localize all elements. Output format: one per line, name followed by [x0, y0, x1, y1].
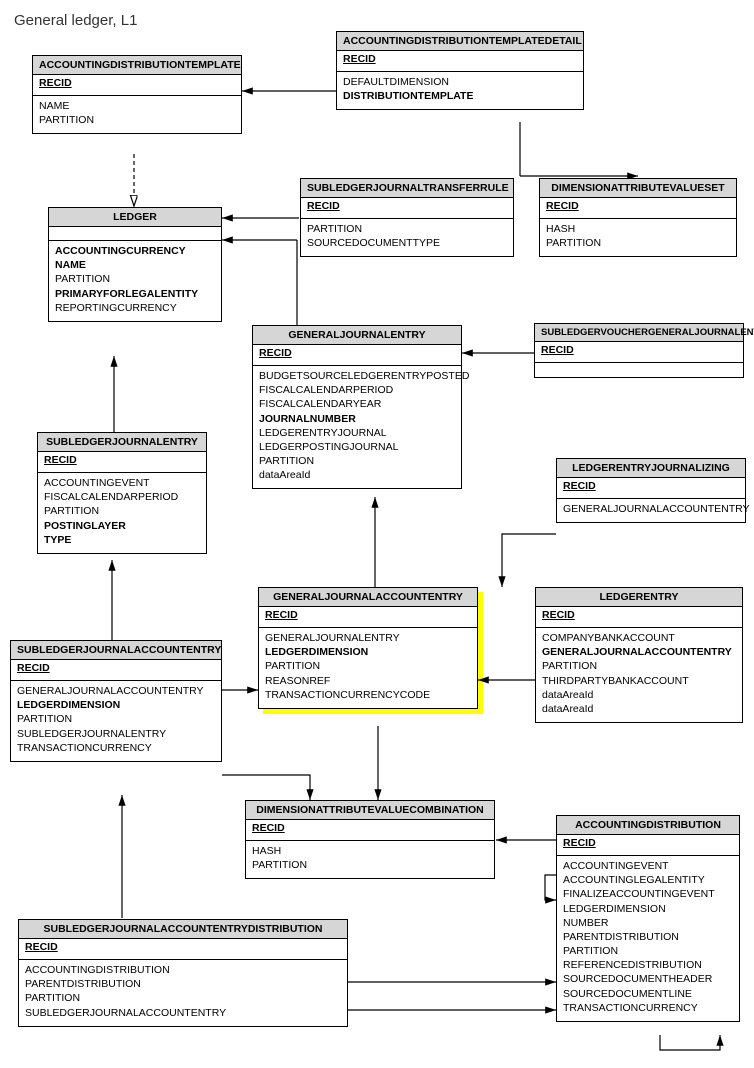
entity-name: LEDGER [49, 208, 221, 227]
entity-key: RECID [337, 51, 583, 72]
entity-key: RECID [259, 607, 477, 628]
entity-name: GENERALJOURNALENTRY [253, 326, 461, 345]
entity-ledger: LEDGER ACCOUNTINGCURRENCYNAMEPARTITIONPR… [48, 207, 222, 322]
entity-name: LEDGERENTRY [536, 588, 742, 607]
entity-fields: COMPANYBANKACCOUNTGENERALJOURNALACCOUNTE… [536, 628, 742, 722]
entity-fields: ACCOUNTINGEVENTFISCALCALENDARPERIODPARTI… [38, 473, 206, 553]
entity-fields: NAMEPARTITION [33, 96, 241, 133]
entity-fields: HASHPARTITION [540, 219, 736, 256]
entity-key: RECID [301, 198, 513, 219]
entity-fields: ACCOUNTINGEVENTACCOUNTINGLEGALENTITYFINA… [557, 856, 739, 1021]
entity-fields: GENERALJOURNALACCOUNTENTRY [557, 499, 745, 522]
entity-key: RECID [536, 607, 742, 628]
entity-key: RECID [33, 75, 241, 96]
entity-name: GENERALJOURNALACCOUNTENTRY [259, 588, 477, 607]
entity-key: RECID [540, 198, 736, 219]
entity-key: RECID [19, 939, 347, 960]
entity-generaljournalaccountentry: GENERALJOURNALACCOUNTENTRY RECID GENERAL… [258, 587, 478, 709]
entity-name: ACCOUNTINGDISTRIBUTIONTEMPLATEDETAIL [337, 32, 583, 51]
entity-ledgerentry: LEDGERENTRY RECID COMPANYBANKACCOUNTGENE… [535, 587, 743, 723]
entity-name: SUBLEDGERVOUCHERGENERALJOURNALENTRY [535, 324, 743, 342]
entity-key: RECID [535, 342, 743, 363]
entity-subledgerjournalentry: SUBLEDGERJOURNALENTRY RECID ACCOUNTINGEV… [37, 432, 207, 554]
entity-name: DIMENSIONATTRIBUTEVALUESET [540, 179, 736, 198]
entity-accountingdistributiontemplate: ACCOUNTINGDISTRIBUTIONTEMPLATE RECID NAM… [32, 55, 242, 134]
entity-ledgerentryjournalizing: LEDGERENTRYJOURNALIZING RECID GENERALJOU… [556, 458, 746, 523]
entity-fields [535, 363, 743, 377]
entity-name: SUBLEDGERJOURNALACCOUNTENTRYDISTRIBUTION [19, 920, 347, 939]
entity-dimensionattributevalueset: DIMENSIONATTRIBUTEVALUESET RECID HASHPAR… [539, 178, 737, 257]
entity-fields: ACCOUNTINGCURRENCYNAMEPARTITIONPRIMARYFO… [49, 241, 221, 321]
entity-fields: HASHPARTITION [246, 841, 494, 878]
entity-accountingdistribution: ACCOUNTINGDISTRIBUTION RECID ACCOUNTINGE… [556, 815, 740, 1022]
entity-fields: DEFAULTDIMENSIONDISTRIBUTIONTEMPLATE [337, 72, 583, 109]
entity-subledgerjournalaccountentry: SUBLEDGERJOURNALACCOUNTENTRY RECID GENER… [10, 640, 222, 762]
entity-fields: GENERALJOURNALACCOUNTENTRYLEDGERDIMENSIO… [11, 681, 221, 761]
entity-fields: PARTITIONSOURCEDOCUMENTTYPE [301, 219, 513, 256]
entity-fields: ACCOUNTINGDISTRIBUTIONPARENTDISTRIBUTION… [19, 960, 347, 1026]
entity-key: RECID [253, 345, 461, 366]
entity-name: ACCOUNTINGDISTRIBUTIONTEMPLATE [33, 56, 241, 75]
entity-name: DIMENSIONATTRIBUTEVALUECOMBINATION [246, 801, 494, 820]
entity-name: SUBLEDGERJOURNALENTRY [38, 433, 206, 452]
entity-key [49, 227, 221, 241]
entity-name: ACCOUNTINGDISTRIBUTION [557, 816, 739, 835]
entity-fields: GENERALJOURNALENTRYLEDGERDIMENSIONPARTIT… [259, 628, 477, 708]
entity-key: RECID [246, 820, 494, 841]
entity-name: SUBLEDGERJOURNALACCOUNTENTRY [11, 641, 221, 660]
entity-key: RECID [557, 478, 745, 499]
entity-name: SUBLEDGERJOURNALTRANSFERRULE [301, 179, 513, 198]
entity-subledgerjournalaccountentrydistribution: SUBLEDGERJOURNALACCOUNTENTRYDISTRIBUTION… [18, 919, 348, 1027]
entity-accountingdistributiontemplatedetail: ACCOUNTINGDISTRIBUTIONTEMPLATEDETAIL REC… [336, 31, 584, 110]
entity-key: RECID [557, 835, 739, 856]
entity-generaljournalentry: GENERALJOURNALENTRY RECID BUDGETSOURCELE… [252, 325, 462, 489]
entity-subledgervouchergeneraljournalentry: SUBLEDGERVOUCHERGENERALJOURNALENTRY RECI… [534, 323, 744, 378]
entity-key: RECID [11, 660, 221, 681]
entity-key: RECID [38, 452, 206, 473]
entity-name: LEDGERENTRYJOURNALIZING [557, 459, 745, 478]
entity-subledgerjournaltransferrule: SUBLEDGERJOURNALTRANSFERRULE RECID PARTI… [300, 178, 514, 257]
entity-fields: BUDGETSOURCELEDGERENTRYPOSTEDFISCALCALEN… [253, 366, 461, 488]
entity-dimensionattributevaluecombination: DIMENSIONATTRIBUTEVALUECOMBINATION RECID… [245, 800, 495, 879]
page-title: General ledger, L1 [14, 12, 137, 29]
